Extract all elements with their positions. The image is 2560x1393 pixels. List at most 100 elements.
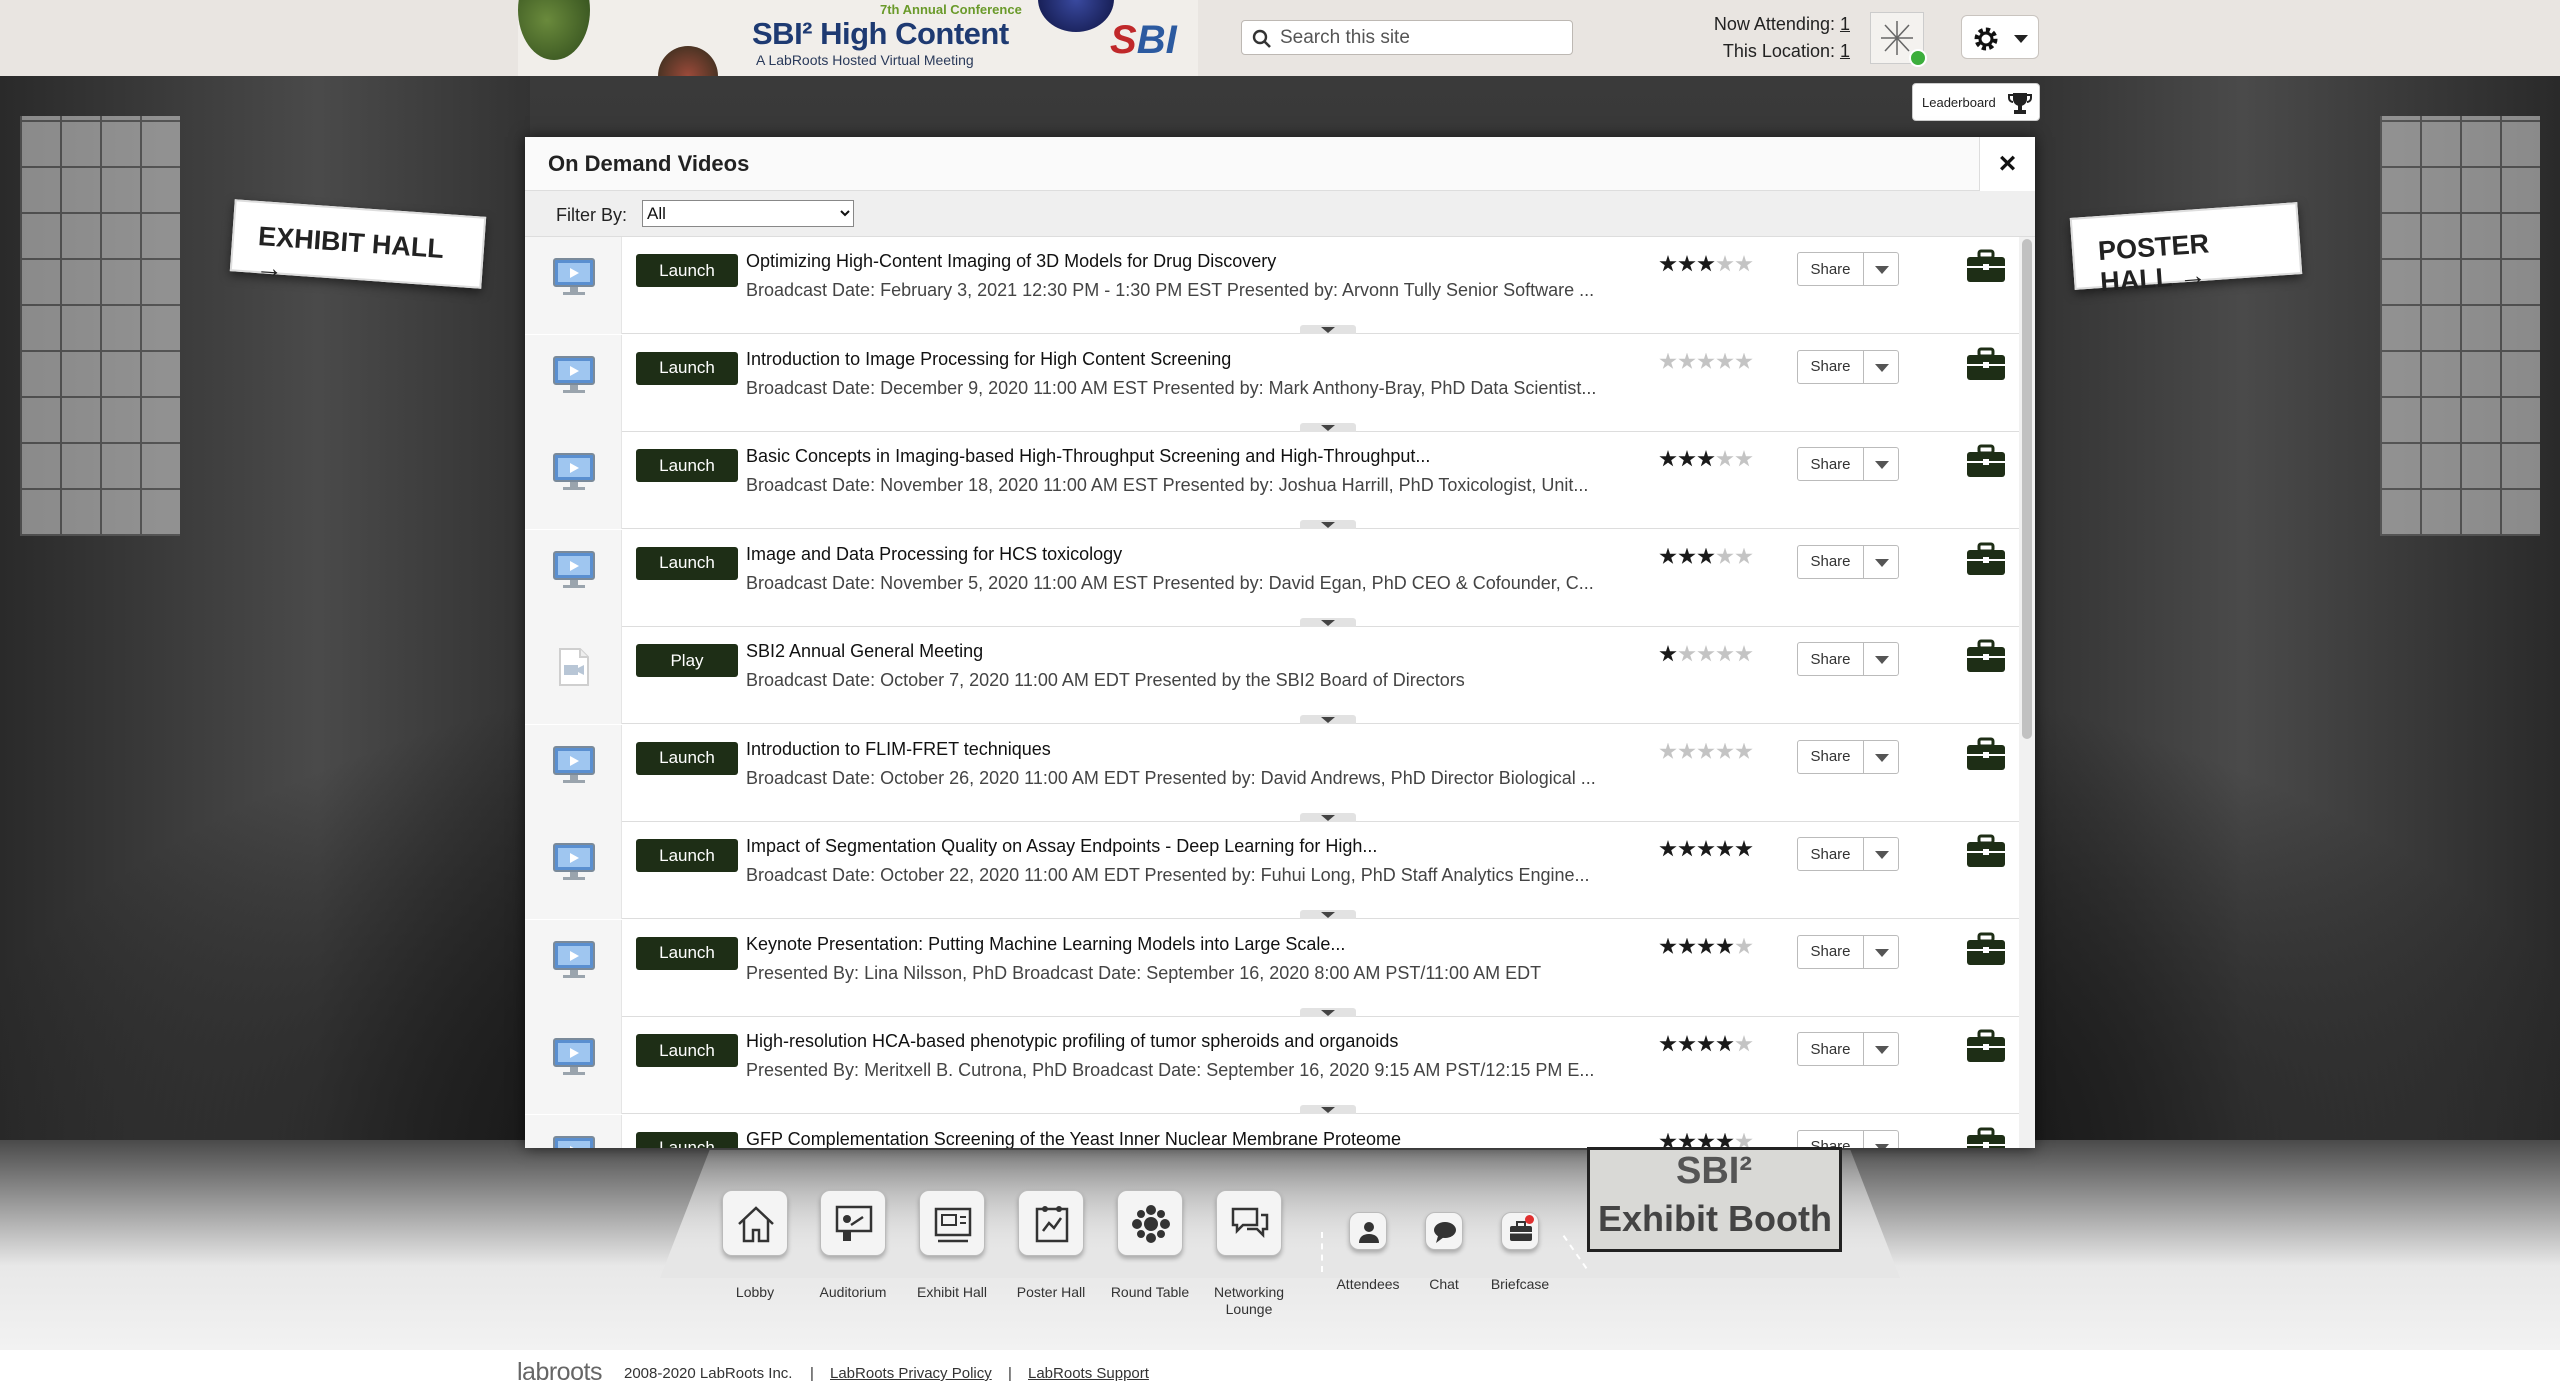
nav-tile[interactable] <box>1018 1190 1084 1256</box>
star-icon[interactable] <box>1678 352 1696 369</box>
star-icon[interactable] <box>1716 937 1734 954</box>
launch-button[interactable]: Launch <box>636 1034 738 1067</box>
nav-tile[interactable] <box>919 1190 985 1256</box>
share-dropdown-button[interactable] <box>1863 447 1899 481</box>
scrollbar[interactable] <box>2019 237 2035 1148</box>
expand-row-toggle[interactable] <box>1300 812 1356 822</box>
video-title[interactable]: Introduction to FLIM-FRET techniques <box>746 739 1646 760</box>
expand-row-toggle[interactable] <box>1300 715 1356 724</box>
launch-button[interactable]: Launch <box>636 449 738 482</box>
expand-row-toggle[interactable] <box>1300 520 1356 529</box>
video-title[interactable]: Optimizing High-Content Imaging of 3D Mo… <box>746 251 1646 272</box>
share-button[interactable]: Share <box>1797 1032 1864 1066</box>
add-to-briefcase-button[interactable] <box>1966 347 2006 386</box>
now-attending-count[interactable]: 1 <box>1840 14 1850 34</box>
star-rating[interactable] <box>1659 742 1759 765</box>
star-rating[interactable] <box>1659 547 1759 570</box>
star-icon[interactable] <box>1735 450 1753 467</box>
share-dropdown-button[interactable] <box>1863 837 1899 871</box>
share-button[interactable]: Share <box>1797 544 1864 579</box>
star-icon[interactable] <box>1716 450 1734 467</box>
star-icon[interactable] <box>1735 937 1753 954</box>
launch-button[interactable]: Launch <box>636 1131 738 1148</box>
share-dropdown-button[interactable] <box>1863 934 1899 969</box>
add-to-briefcase-button[interactable] <box>1966 1029 2006 1068</box>
star-icon[interactable] <box>1678 645 1696 662</box>
nav-item-exhibit-hall[interactable]: Exhibit Hall <box>902 1190 1002 1301</box>
add-to-briefcase-button[interactable] <box>1966 249 2006 288</box>
expand-row-toggle[interactable] <box>1300 422 1356 432</box>
star-rating[interactable] <box>1659 352 1759 375</box>
star-icon[interactable] <box>1697 840 1715 857</box>
star-icon[interactable] <box>1716 742 1734 759</box>
share-dropdown-button[interactable] <box>1863 642 1899 676</box>
nav-tile[interactable] <box>1117 1190 1183 1256</box>
launch-button[interactable]: Launch <box>636 741 738 775</box>
star-icon[interactable] <box>1659 645 1677 662</box>
star-icon[interactable] <box>1678 840 1696 857</box>
star-icon[interactable] <box>1716 840 1734 857</box>
nav-item-round-table[interactable]: Round Table <box>1100 1190 1200 1301</box>
exhibit-booth-sign[interactable]: SBI² Exhibit Booth <box>1587 1147 1842 1252</box>
star-icon[interactable] <box>1735 1035 1753 1052</box>
video-title[interactable]: GFP Complementation Screening of the Yea… <box>746 1129 1646 1149</box>
star-icon[interactable] <box>1735 645 1753 662</box>
star-icon[interactable] <box>1678 450 1696 467</box>
share-dropdown-button[interactable] <box>1863 1032 1899 1066</box>
video-title[interactable]: Impact of Segmentation Quality on Assay … <box>746 836 1646 857</box>
star-icon[interactable] <box>1716 547 1734 564</box>
launch-button[interactable]: Launch <box>636 936 738 970</box>
nav-item-networking-lounge[interactable]: Networking Lounge <box>1199 1190 1299 1318</box>
star-icon[interactable] <box>1716 1132 1734 1148</box>
star-icon[interactable] <box>1659 450 1677 467</box>
scrollbar-thumb[interactable] <box>2022 239 2032 739</box>
video-title[interactable]: High-resolution HCA-based phenotypic pro… <box>746 1031 1646 1052</box>
star-icon[interactable] <box>1716 255 1734 272</box>
conference-banner[interactable]: 7th Annual Conference SBI² High Content … <box>518 0 1198 76</box>
nav-item-poster-hall[interactable]: Poster Hall <box>1001 1190 1101 1301</box>
add-to-briefcase-button[interactable] <box>1966 542 2006 581</box>
star-icon[interactable] <box>1659 1035 1677 1052</box>
star-icon[interactable] <box>1678 255 1696 272</box>
expand-row-toggle[interactable] <box>1300 617 1356 627</box>
star-icon[interactable] <box>1697 1035 1715 1052</box>
add-to-briefcase-button[interactable] <box>1966 932 2006 971</box>
star-rating[interactable] <box>1659 450 1759 472</box>
share-button[interactable]: Share <box>1797 447 1864 481</box>
star-icon[interactable] <box>1716 352 1734 369</box>
star-icon[interactable] <box>1678 742 1696 759</box>
add-to-briefcase-button[interactable] <box>1966 737 2006 776</box>
video-title[interactable]: Keynote Presentation: Putting Machine Le… <box>746 934 1646 955</box>
star-icon[interactable] <box>1735 840 1753 857</box>
star-icon[interactable] <box>1659 937 1677 954</box>
expand-row-toggle[interactable] <box>1300 325 1356 334</box>
launch-button[interactable]: Launch <box>636 351 738 385</box>
star-icon[interactable] <box>1678 1132 1696 1148</box>
star-rating[interactable] <box>1659 255 1759 277</box>
star-rating[interactable] <box>1659 840 1759 862</box>
support-link[interactable]: LabRoots Support <box>1028 1365 1149 1382</box>
nav-item-briefcase[interactable]: Briefcase <box>1470 1190 1570 1293</box>
star-icon[interactable] <box>1659 742 1677 759</box>
launch-button[interactable]: Launch <box>636 839 738 872</box>
nav-tile[interactable] <box>820 1190 886 1256</box>
video-title[interactable]: SBI2 Annual General Meeting <box>746 641 1646 662</box>
share-dropdown-button[interactable] <box>1863 544 1899 579</box>
share-dropdown-button[interactable] <box>1863 349 1899 384</box>
share-button[interactable]: Share <box>1797 837 1864 871</box>
nav-tile[interactable] <box>1501 1212 1539 1250</box>
video-title[interactable]: Basic Concepts in Imaging-based High-Thr… <box>746 446 1646 467</box>
play-button[interactable]: Play <box>636 644 738 677</box>
star-icon[interactable] <box>1697 547 1715 564</box>
star-icon[interactable] <box>1697 1132 1715 1148</box>
star-icon[interactable] <box>1735 352 1753 369</box>
privacy-policy-link[interactable]: LabRoots Privacy Policy <box>830 1365 992 1382</box>
star-icon[interactable] <box>1716 645 1734 662</box>
add-to-briefcase-button[interactable] <box>1966 639 2006 678</box>
add-to-briefcase-button[interactable] <box>1966 1127 2006 1148</box>
star-icon[interactable] <box>1697 742 1715 759</box>
star-icon[interactable] <box>1678 547 1696 564</box>
star-icon[interactable] <box>1697 450 1715 467</box>
star-icon[interactable] <box>1678 937 1696 954</box>
video-list[interactable]: Launch Optimizing High-Content Imaging o… <box>525 237 2019 1148</box>
